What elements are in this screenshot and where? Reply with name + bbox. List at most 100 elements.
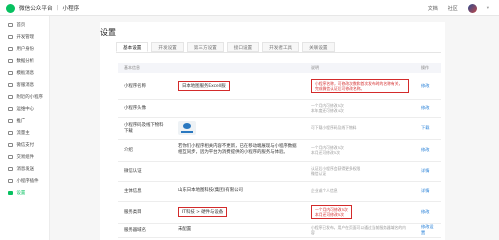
sidebar-item-label: 客服消息 (16, 83, 35, 88)
row-label: 服务器域名 (118, 223, 172, 238)
chevron-down-icon[interactable]: ▾ (487, 6, 489, 11)
row-label: 主体信息 (118, 181, 172, 202)
sidebar-item-label: 运维中心 (16, 107, 35, 112)
top-right-links: 文档 社区 ▾ (428, 4, 489, 13)
sidebar-item-label: 用户身份 (16, 47, 35, 52)
sidebar-item[interactable]: 开发管理 (0, 32, 50, 42)
tab[interactable]: 接口设置 (226, 42, 260, 52)
settings-icon (8, 190, 13, 196)
row-action-link[interactable]: 修改 (415, 139, 441, 162)
settings-tabs: 基本设置 开发设置 第三方设置 接口设置 开发者工具 关联设置 (116, 42, 335, 52)
pay-icon (8, 142, 13, 148)
row-action-link[interactable]: 详情 (415, 181, 441, 202)
sidebar-item-label: 数据分析 (16, 59, 35, 64)
row-description-cell: 一个月内可修改5次 本月还可修改5次 (305, 201, 415, 224)
row-description: 一个月内可修改5次 本月还可修改5次 (311, 144, 344, 155)
row-description: 小程序名称，可修改次数和首次发布时的名称有关，完成微信认证后可修改名称。 (311, 78, 409, 93)
row-description-cell: 一个月内可修改5次 本年度还可修改4次 (305, 99, 415, 118)
trade-icon (8, 154, 13, 160)
row-action-link[interactable]: 修改 (415, 201, 441, 224)
row-description: 小程序已发布，用户在页面可以通过当前服务器域名的内容 (311, 224, 406, 235)
table-row: 微信认证 认证后小程序会获得更多权限 微信认证 详情 (118, 161, 441, 182)
community-link[interactable]: 社区 (448, 5, 458, 12)
table-row: 主体信息 山东日本地图科技(集团)有限公司 企业或个人信息 详情 (118, 181, 441, 202)
location-icon (8, 94, 13, 100)
sidebar-item-label: 模板消息 (16, 71, 35, 76)
row-action-link[interactable]: 详情 (415, 161, 441, 182)
sidebar-item-label: 推广 (16, 119, 26, 124)
tab[interactable]: 关联设置 (302, 42, 335, 52)
avatar[interactable] (467, 4, 477, 13)
row-value: 若你们小程序相关内容不更新，已在移动端展现与小程序数据相互同步，因为平台为消费提… (178, 144, 297, 155)
sidebar-item[interactable]: 推广 (0, 116, 50, 126)
sidebar-item-label: 附近的小程序 (16, 95, 43, 100)
qr-code-thumbnail-icon[interactable] (178, 121, 196, 135)
row-value-cell: 山东日本地图科技(集团)有限公司 (172, 181, 305, 202)
table-row: 小程序头像 一个月内可修改5次 本年度还可修改4次 修改 (118, 99, 441, 118)
header-operation: 操作 (415, 63, 441, 73)
row-value: 未配置 (178, 227, 192, 233)
header-value (172, 63, 305, 73)
docs-link[interactable]: 文档 (428, 5, 438, 12)
sidebar-item-label: 流量主 (16, 131, 30, 136)
table-row: 介绍 若你们小程序相关内容不更新，已在移动端展现与小程序数据相互同步，因为平台为消… (118, 139, 441, 162)
wechat-logo-icon (6, 3, 15, 13)
top-bar: 微信公众平台 | 小程序 文档 社区 ▾ (0, 0, 499, 16)
sidebar-item[interactable]: 模板消息 (0, 68, 50, 78)
sidebar-item-label: 首页 (16, 23, 26, 28)
row-description-cell: 认证后小程序会获得更多权限 微信认证 (305, 161, 415, 182)
row-label: 介绍 (118, 139, 172, 162)
page-title: 设置 (100, 28, 116, 37)
row-description: 可下载小程序码及线下物料 (311, 125, 357, 131)
tab[interactable]: 开发设置 (151, 42, 184, 52)
sidebar-item[interactable]: 流量主 (0, 128, 50, 138)
brand[interactable]: 微信公众平台 | 小程序 (6, 3, 79, 13)
row-action-link[interactable]: 修改设置 (415, 223, 441, 238)
user-icon (8, 46, 13, 52)
row-value-cell (172, 161, 305, 182)
sidebar-item[interactable]: 首页 (0, 20, 50, 30)
tab[interactable]: 基本设置 (116, 42, 149, 52)
sidebar-item[interactable]: 交易组件 (0, 152, 50, 162)
tab[interactable]: 第三方设置 (186, 42, 224, 52)
row-value-cell: 若你们小程序相关内容不更新，已在移动端展现与小程序数据相互同步，因为平台为消费提… (172, 139, 305, 162)
row-label: 小程序码及线下物料下载 (118, 117, 172, 140)
sidebar-item[interactable]: 设置 (0, 188, 50, 198)
brand-separator: | (56, 5, 59, 11)
sidebar-item-label: 设置 (16, 191, 26, 196)
table-row: 服务器域名 未配置 小程序已发布，用户在页面可以通过当前服务器域名的内容 修改设置 (118, 223, 441, 238)
row-action-link[interactable]: 修改 (415, 73, 441, 100)
row-action-link[interactable]: 下载 (415, 117, 441, 140)
row-description-cell: 小程序已发布，用户在页面可以通过当前服务器域名的内容 (305, 223, 415, 238)
row-value: IT科技 > 硬件与设备 (178, 207, 228, 217)
sidebar-item[interactable]: 小程序插件 (0, 176, 50, 186)
tab[interactable]: 开发者工具 (262, 42, 300, 52)
row-description: 一个月内可修改5次 本年度还可修改4次 (311, 102, 344, 113)
table-row: 服务类目 IT科技 > 硬件与设备 一个月内可修改5次 本月还可修改5次 修改 (118, 201, 441, 224)
main-content: 设置 基本设置 开发设置 第三方设置 接口设置 开发者工具 关联设置 基本信息 说明 操作… (100, 22, 445, 240)
sidebar: 首页开发管理用户身份数据分析模板消息客服消息附近的小程序 运维中心推广流量主微信支… (0, 16, 50, 240)
row-description-cell: 可下载小程序码及线下物料 (305, 117, 415, 140)
row-label: 微信认证 (118, 161, 172, 182)
sidebar-item[interactable]: 数据分析 (0, 56, 50, 66)
sidebar-item[interactable]: 客服消息 (0, 80, 50, 90)
table-row: 小程序名称 日本地图服务Excell服 小程序名称，可修改次数和首次发布时的名称有关… (118, 73, 441, 100)
row-value-cell (172, 99, 305, 118)
row-description-cell: 企业或个人信息 (305, 181, 415, 202)
sidebar-item[interactable]: 微信支付 (0, 140, 50, 150)
row-value-cell: 日本地图服务Excell服 (172, 73, 305, 100)
sidebar-item[interactable]: 附近的小程序 (0, 92, 50, 102)
row-description-cell: 一个月内可修改5次 本月还可修改5次 (305, 139, 415, 162)
sidebar-item-label: 交易组件 (16, 155, 35, 160)
home-icon (8, 22, 13, 28)
code-icon (8, 34, 13, 40)
sidebar-item[interactable]: 运维中心 (0, 104, 50, 114)
sidebar-item-label: 微信支付 (16, 143, 35, 148)
send-icon (8, 166, 13, 172)
sidebar-item[interactable]: 消息发送 (0, 164, 50, 174)
row-action-link[interactable]: 修改 (415, 99, 441, 118)
ops-icon (8, 106, 13, 112)
promo-icon (8, 118, 13, 124)
sidebar-item[interactable]: 用户身份 (0, 44, 50, 54)
header-basic-info: 基本信息 (118, 63, 172, 73)
